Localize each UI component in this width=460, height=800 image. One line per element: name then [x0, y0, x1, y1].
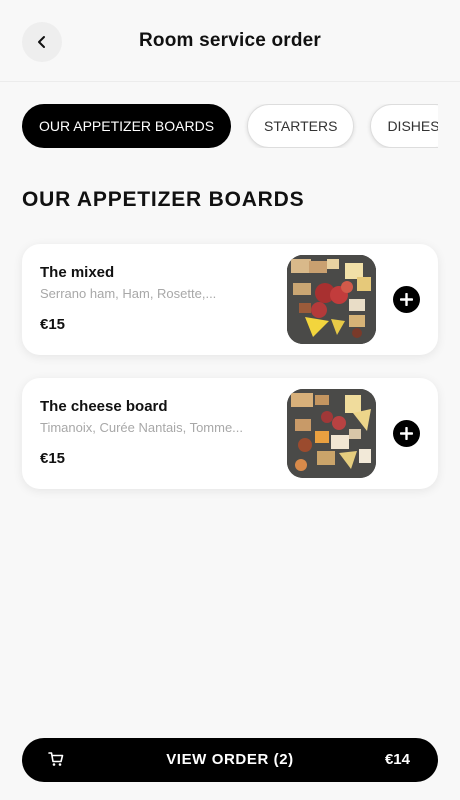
app-header: Room service order — [0, 0, 460, 82]
menu-item-card[interactable]: The cheese board Timanoix, Curée Nantais… — [22, 378, 438, 489]
category-tabs: OUR APPETIZER BOARDS STARTERS DISHES — [22, 104, 438, 148]
page-title: Room service order — [138, 30, 322, 51]
add-button[interactable] — [393, 420, 420, 447]
plus-icon — [400, 293, 413, 306]
view-order-label: VIEW ORDER (2) — [166, 751, 294, 768]
add-button[interactable] — [393, 286, 420, 313]
item-name: The mixed — [40, 264, 115, 281]
tab-appetizer-boards[interactable]: OUR APPETIZER BOARDS — [22, 104, 232, 148]
plus-icon — [400, 427, 413, 440]
item-price: €15 — [40, 450, 66, 467]
item-description: Serrano ham, Ham, Rosette,... — [40, 286, 217, 301]
cheese-board-image[interactable] — [287, 389, 376, 478]
item-description: Timanoix, Curée Nantais, Tomme... — [40, 420, 244, 435]
view-order-button[interactable]: VIEW ORDER (2) €14 — [22, 738, 438, 782]
section-title: OUR APPETIZER BOARDS — [22, 188, 305, 211]
tab-dishes[interactable]: DISHES — [370, 104, 438, 148]
order-total: €14 — [384, 751, 410, 768]
item-price: €15 — [40, 316, 66, 333]
item-name: The cheese board — [40, 398, 168, 415]
tab-starters[interactable]: STARTERS — [247, 104, 355, 148]
charcuterie-board-image[interactable] — [287, 255, 376, 344]
menu-item-card[interactable]: The mixed Serrano ham, Ham, Rosette,... … — [22, 244, 438, 355]
